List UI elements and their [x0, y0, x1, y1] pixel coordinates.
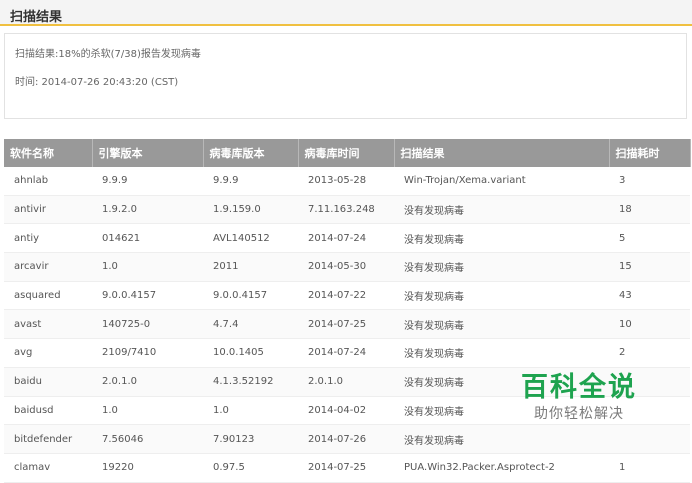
- scan-result-cell: Win-Trojan/Xema.variant: [394, 167, 609, 196]
- engine-version-cell: 140725-0: [92, 309, 203, 340]
- scan-time-cell: 5: [609, 223, 690, 254]
- db-date-cell: 2014-07-25: [298, 453, 394, 483]
- scan-time-cell: 2: [609, 338, 690, 368]
- engine-version-cell: 2109/7410: [92, 338, 203, 368]
- db-date-cell: 2014-05-30: [298, 252, 394, 282]
- scan-result-cell: 没有发现病毒: [394, 281, 609, 311]
- scan-result-cell: 没有发现病毒: [394, 424, 609, 454]
- db-date-cell: 2.0.1.0: [298, 367, 394, 397]
- db-version-cell: 9.9.9: [203, 167, 298, 196]
- table-row: antivir 1.9.2.0 1.9.159.0 7.11.163.248 没有发现病…: [4, 195, 690, 225]
- db-version-cell: 2011: [203, 252, 298, 282]
- db-version-cell: AVL140512: [203, 223, 298, 254]
- software-name-cell: asquared: [4, 281, 92, 311]
- table-row: ahnlab 9.9.9 9.9.9 2013-05-28 Win-Trojan/Xem…: [4, 167, 690, 196]
- table-row: avg 2109/7410 10.0.1405 2014-07-24 没有发现病毒 2: [4, 338, 690, 368]
- table-row: arcavir 1.0 2011 2014-05-30 没有发现病毒 15: [4, 252, 690, 282]
- table-row: avast 140725-0 4.7.4 2014-07-25 没有发现病毒 10: [4, 309, 690, 340]
- db-date-cell: 2014-04-02: [298, 396, 394, 426]
- page-title: 扫描结果: [10, 10, 63, 25]
- db-version-cell: 9.0.0.4157: [203, 281, 298, 311]
- software-name-cell: avast: [4, 309, 92, 340]
- db-version-cell: 4.1.3.52192: [203, 367, 298, 397]
- scan-result-cell: 没有发现病毒: [394, 223, 609, 254]
- db-version-cell: 10.0.1405: [203, 338, 298, 368]
- column-header-db-date[interactable]: 病毒库时间: [298, 139, 395, 167]
- software-name-cell: arcavir: [4, 252, 92, 282]
- engine-version-cell: 9.0.0.4157: [92, 281, 203, 311]
- software-name-cell: antivir: [4, 195, 92, 225]
- engine-version-cell: 1.0: [92, 396, 203, 426]
- db-date-cell: 7.11.163.248: [298, 195, 394, 225]
- db-version-cell: 1.0: [203, 396, 298, 426]
- column-header-software[interactable]: 软件名称: [4, 139, 93, 167]
- table-row: antiy 014621 AVL140512 2014-07-24 没有发现病毒 5: [4, 223, 690, 254]
- software-name-cell: antiy: [4, 223, 92, 254]
- engine-version-cell: 1.9.2.0: [92, 195, 203, 225]
- software-name-cell: clamav: [4, 453, 92, 483]
- scan-summary-text: 扫描结果:18%的杀软(7/38)报告发现病毒: [15, 49, 201, 60]
- scan-time-cell: [609, 396, 690, 426]
- scan-time-cell: [609, 424, 690, 454]
- scan-result-cell: 没有发现病毒: [394, 309, 609, 340]
- scan-time-cell: 10: [609, 309, 690, 340]
- scan-time-cell: 43: [609, 281, 690, 311]
- scan-result-cell: 没有发现病毒: [394, 396, 609, 426]
- table-row: baidusd 1.0 1.0 2014-04-02 没有发现病毒: [4, 396, 690, 426]
- db-version-cell: 1.9.159.0: [203, 195, 298, 225]
- software-name-cell: avg: [4, 338, 92, 368]
- engine-version-cell: 7.56046: [92, 424, 203, 454]
- scan-time-text: 时间: 2014-07-26 20:43:20 (CST): [15, 77, 179, 88]
- engine-version-cell: 19220: [92, 453, 203, 483]
- db-date-cell: 2014-07-24: [298, 338, 394, 368]
- scan-time-cell: 15: [609, 252, 690, 282]
- column-header-scan-result[interactable]: 扫描结果: [394, 139, 610, 167]
- software-name-cell: ahnlab: [4, 167, 92, 196]
- scan-result-cell: 没有发现病毒: [394, 195, 609, 225]
- column-header-db-version[interactable]: 病毒库版本: [203, 139, 299, 167]
- column-header-scan-time[interactable]: 扫描耗时: [609, 139, 691, 167]
- scan-time-cell: 1: [609, 453, 690, 483]
- software-name-cell: baidu: [4, 367, 92, 397]
- db-date-cell: 2014-07-25: [298, 309, 394, 340]
- software-name-cell: baidusd: [4, 396, 92, 426]
- engine-version-cell: 2.0.1.0: [92, 367, 203, 397]
- scan-result-cell: 没有发现病毒: [394, 338, 609, 368]
- db-version-cell: 4.7.4: [203, 309, 298, 340]
- db-date-cell: 2014-07-22: [298, 281, 394, 311]
- db-version-cell: 0.97.5: [203, 453, 298, 483]
- db-version-cell: 7.90123: [203, 424, 298, 454]
- scan-result-cell: PUA.Win32.Packer.Asprotect-2: [394, 453, 609, 483]
- table-row: baidu 2.0.1.0 4.1.3.52192 2.0.1.0 没有发现病毒: [4, 367, 690, 397]
- scan-time-cell: [609, 367, 690, 397]
- scan-result-cell: 没有发现病毒: [394, 252, 609, 282]
- table-row: bitdefender 7.56046 7.90123 2014-07-26 没有发现病…: [4, 424, 690, 454]
- column-header-engine-version[interactable]: 引擎版本: [92, 139, 204, 167]
- section-header: 扫描结果: [0, 0, 692, 26]
- summary-box: 扫描结果:18%的杀软(7/38)报告发现病毒 时间: 2014-07-26 2…: [4, 33, 687, 119]
- scan-time-cell: 3: [609, 167, 690, 196]
- scan-results-table: 软件名称 引擎版本 病毒库版本 病毒库时间 扫描结果 扫描耗时 ahnlab 9.…: [4, 139, 691, 483]
- db-date-cell: 2014-07-26: [298, 424, 394, 454]
- software-name-cell: bitdefender: [4, 424, 92, 454]
- engine-version-cell: 1.0: [92, 252, 203, 282]
- table-row: clamav 19220 0.97.5 2014-07-25 PUA.Win32.Pac…: [4, 453, 690, 483]
- scan-result-cell: 没有发现病毒: [394, 367, 609, 397]
- db-date-cell: 2014-07-24: [298, 223, 394, 254]
- scan-time-cell: 18: [609, 195, 690, 225]
- engine-version-cell: 9.9.9: [92, 167, 203, 196]
- engine-version-cell: 014621: [92, 223, 203, 254]
- table-header-row: 软件名称 引擎版本 病毒库版本 病毒库时间 扫描结果 扫描耗时: [4, 139, 691, 167]
- table-row: asquared 9.0.0.4157 9.0.0.4157 2014-07-22 没有…: [4, 281, 690, 311]
- table-body: ahnlab 9.9.9 9.9.9 2013-05-28 Win-Trojan/Xem…: [4, 167, 690, 483]
- db-date-cell: 2013-05-28: [298, 167, 394, 196]
